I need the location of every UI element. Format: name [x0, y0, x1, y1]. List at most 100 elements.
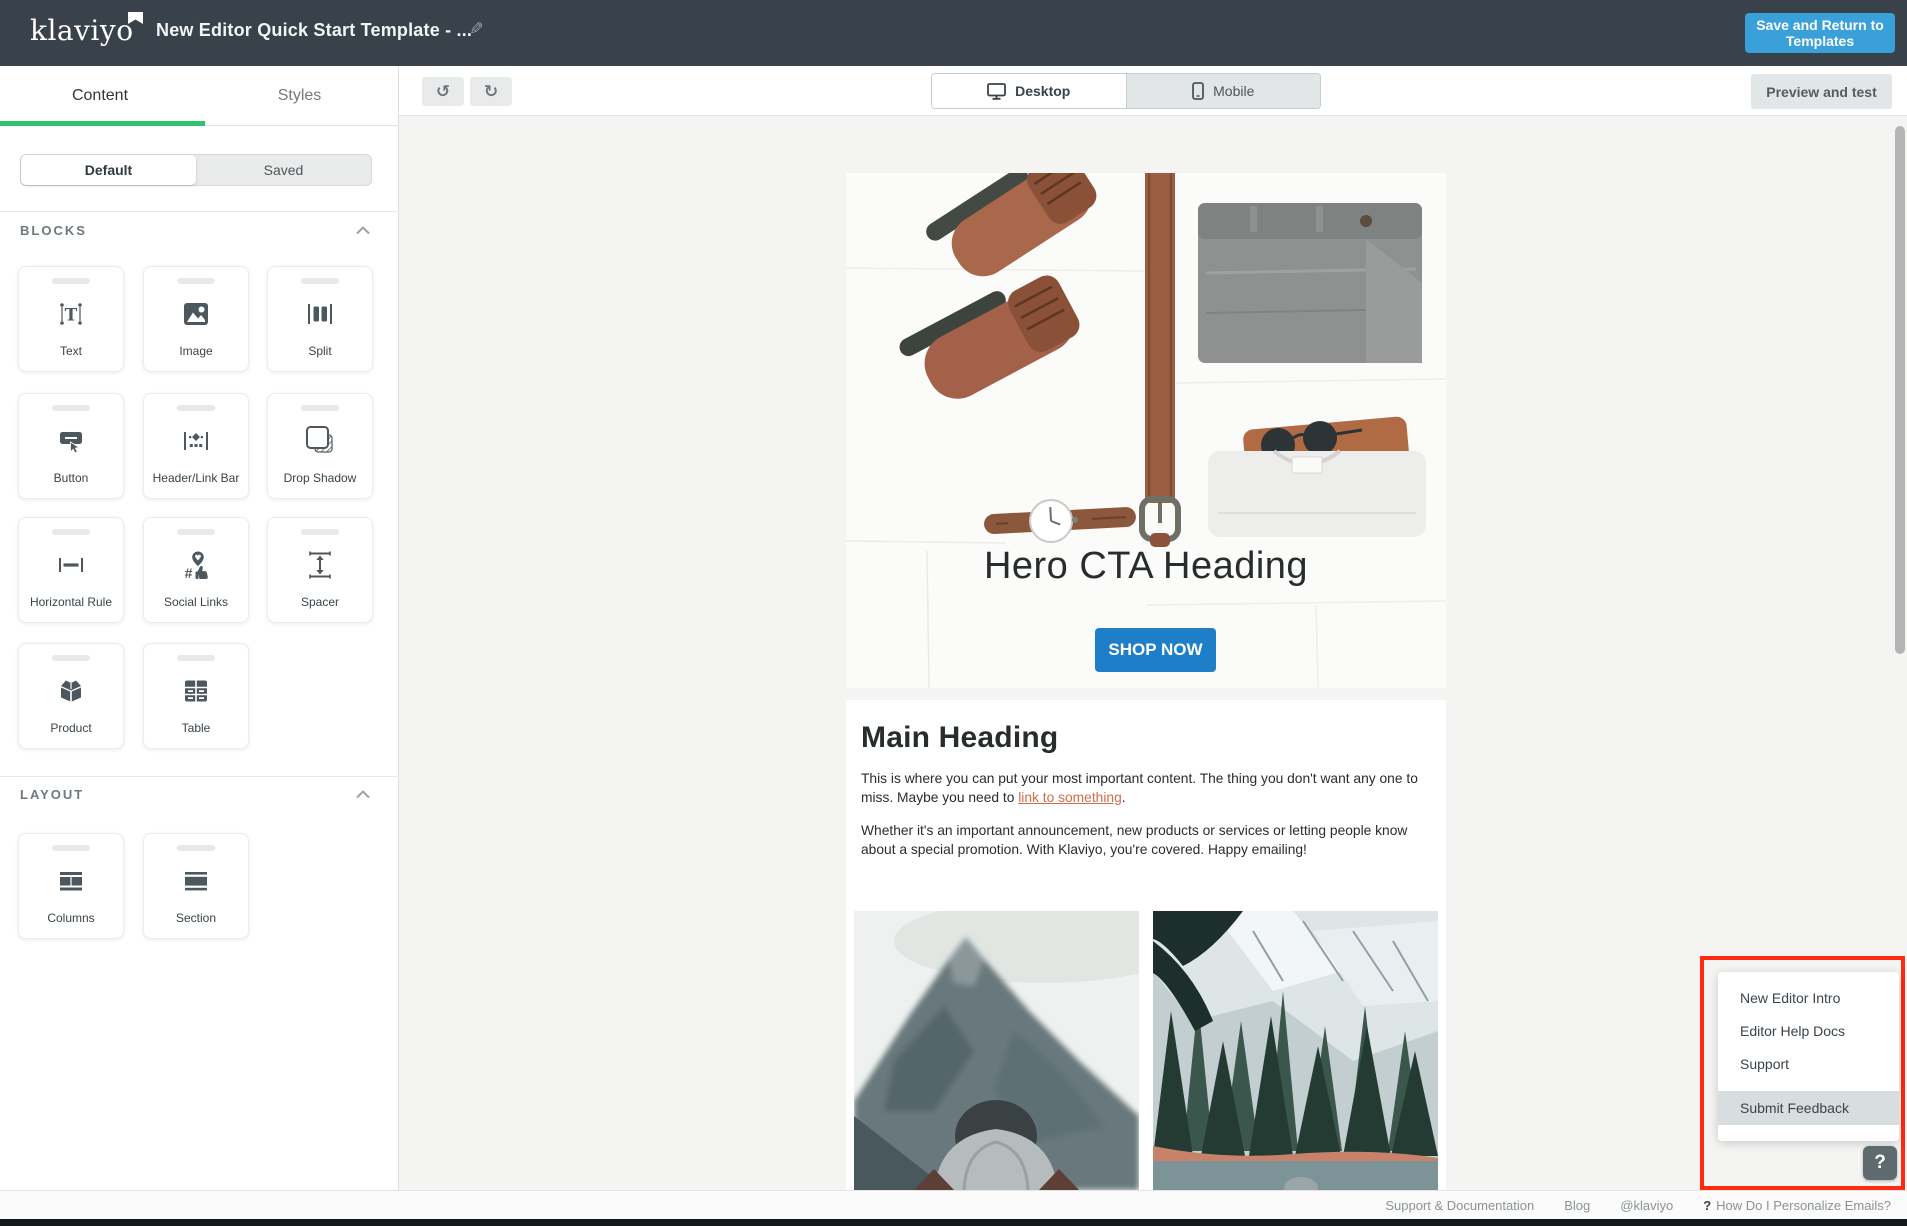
block-card-button[interactable]: Button — [18, 393, 124, 499]
block-card-split[interactable]: Split — [267, 266, 373, 372]
header-link-bar-icon — [179, 411, 213, 471]
block-card-product[interactable]: Product — [18, 643, 124, 749]
footer-link-blog[interactable]: Blog — [1564, 1198, 1590, 1213]
blocks-collapse-chevron-up-icon[interactable] — [356, 226, 370, 235]
klaviyo-logo: klaviyo — [30, 14, 134, 47]
footer-link-klaviyo-handle[interactable]: @klaviyo — [1620, 1198, 1673, 1213]
button-block-icon — [54, 411, 88, 471]
bottom-strip — [0, 1219, 1907, 1226]
block-card-drop-shadow[interactable]: Drop Shadow — [267, 393, 373, 499]
block-label: Columns — [47, 911, 94, 925]
tab-styles[interactable]: Styles — [200, 66, 399, 126]
tab-content[interactable]: Content — [0, 66, 200, 126]
save-and-return-button[interactable]: Save and Return to Templates — [1745, 13, 1895, 53]
block-label: Table — [182, 721, 211, 735]
block-label: Drop Shadow — [284, 471, 357, 485]
help-menu-item-submit-feedback[interactable]: Submit Feedback — [1718, 1091, 1899, 1125]
drop-shadow-icon — [303, 411, 337, 471]
block-label: Image — [179, 344, 212, 358]
divider — [0, 211, 399, 212]
redo-icon[interactable]: ↻ — [470, 77, 512, 106]
svg-text:♥: ♥ — [194, 553, 201, 562]
image-block-icon — [179, 284, 213, 344]
preview-and-test-button[interactable]: Preview and test — [1751, 74, 1892, 109]
question-mark-icon: ? — [1703, 1198, 1711, 1213]
block-label: Text — [60, 344, 82, 358]
paragraph-2: Whether it's an important announcement, … — [861, 821, 1431, 859]
help-menu-item-new-editor-intro[interactable]: New Editor Intro — [1718, 982, 1899, 1015]
desktop-monitor-icon — [987, 83, 1006, 100]
segment-saved[interactable]: Saved — [196, 155, 371, 185]
toggle-desktop[interactable]: Desktop — [932, 74, 1127, 108]
help-question-button[interactable]: ? — [1863, 1146, 1897, 1180]
divider — [0, 776, 399, 777]
block-label: Horizontal Rule — [30, 595, 112, 609]
desktop-label: Desktop — [1015, 83, 1070, 99]
paragraph-1-text: This is where you can put your most impo… — [861, 771, 1418, 805]
footer-bar: Support & Documentation Blog @klaviyo ? H… — [0, 1190, 1907, 1219]
toggle-mobile[interactable]: Mobile — [1127, 74, 1321, 108]
table-icon — [179, 661, 213, 721]
photo-mountain-person[interactable] — [854, 911, 1139, 1190]
block-card-horizontal-rule[interactable]: Horizontal Rule — [18, 517, 124, 623]
main-heading: Main Heading — [861, 721, 1431, 755]
social-links-icon: ♥ # — [179, 535, 213, 595]
edit-title-pencil-icon[interactable]: ✎ — [465, 21, 485, 35]
svg-text:#: # — [185, 565, 193, 581]
device-toggle: Desktop Mobile — [931, 73, 1321, 109]
layout-collapse-chevron-up-icon[interactable] — [356, 790, 370, 799]
undo-icon[interactable]: ↺ — [422, 77, 464, 106]
columns-icon — [54, 851, 88, 911]
hero-flatlay-image — [846, 173, 1446, 688]
split-block-icon — [303, 284, 337, 344]
belt-shape — [1142, 173, 1178, 547]
link-to-something[interactable]: link to something — [1018, 790, 1122, 805]
footer-personalize-link[interactable]: ? How Do I Personalize Emails? — [1703, 1198, 1891, 1213]
default-saved-toggle: Default Saved — [20, 154, 372, 186]
horizontal-rule-icon — [54, 535, 88, 595]
email-hero-block[interactable]: Hero CTA Heading SHOP NOW — [846, 173, 1446, 688]
spacer-icon — [303, 535, 337, 595]
shop-now-button[interactable]: SHOP NOW — [1095, 628, 1216, 672]
block-card-spacer[interactable]: Spacer — [267, 517, 373, 623]
template-title: New Editor Quick Start Template - ... — [156, 20, 472, 41]
block-card-image[interactable]: Image — [143, 266, 249, 372]
mobile-label: Mobile — [1213, 83, 1254, 99]
block-card-header-link-bar[interactable]: Header/Link Bar — [143, 393, 249, 499]
scrollbar-thumb[interactable] — [1895, 126, 1905, 654]
paragraph-1: This is where you can put your most impo… — [861, 769, 1431, 807]
sidebar-tabs: Content Styles — [0, 66, 399, 126]
layout-card-columns[interactable]: Columns — [18, 833, 124, 939]
segment-default[interactable]: Default — [21, 155, 196, 185]
klaviyo-email-editor: klaviyo New Editor Quick Start Template … — [0, 0, 1907, 1226]
email-canvas[interactable]: Hero CTA Heading SHOP NOW Main Heading T… — [399, 116, 1907, 1190]
blocks-sidebar: Default Saved BLOCKS T Text — [0, 126, 399, 1190]
footer-personalize-label: How Do I Personalize Emails? — [1716, 1198, 1891, 1213]
help-menu-item-editor-help-docs[interactable]: Editor Help Docs — [1718, 1015, 1899, 1048]
hero-cta-heading[interactable]: Hero CTA Heading — [846, 545, 1446, 588]
block-label: Button — [54, 471, 89, 485]
block-card-table[interactable]: Table — [143, 643, 249, 749]
footer-link-support-documentation[interactable]: Support & Documentation — [1385, 1198, 1534, 1213]
product-icon — [54, 661, 88, 721]
section-icon — [179, 851, 213, 911]
help-menu: New Editor Intro Editor Help Docs Suppor… — [1718, 972, 1899, 1141]
block-card-text[interactable]: T Text — [18, 266, 124, 372]
block-label: Section — [176, 911, 216, 925]
text-block-icon: T — [54, 284, 88, 344]
mobile-phone-icon — [1192, 82, 1204, 100]
photo-forest-lake[interactable] — [1153, 911, 1438, 1190]
layout-section-header: LAYOUT — [20, 787, 84, 802]
editor-toolbar: ↺ ↻ Desktop Mobile Preview and test — [399, 66, 1907, 116]
block-label: Spacer — [301, 595, 339, 609]
help-menu-separator — [1718, 1081, 1899, 1091]
layout-card-section[interactable]: Section — [143, 833, 249, 939]
klaviyo-flag-icon — [128, 12, 143, 24]
block-label: Product — [50, 721, 91, 735]
help-menu-item-support[interactable]: Support — [1718, 1048, 1899, 1081]
pants-shape — [1198, 203, 1422, 363]
email-text-block[interactable]: Main Heading This is where you can put y… — [846, 700, 1446, 911]
block-card-social-links[interactable]: ♥ # Social Links — [143, 517, 249, 623]
paragraph-1-period: . — [1122, 790, 1126, 805]
email-image-row[interactable] — [846, 911, 1446, 1190]
